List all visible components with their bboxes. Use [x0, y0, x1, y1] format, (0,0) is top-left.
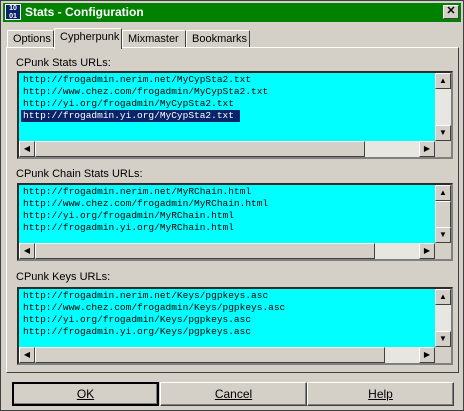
scroll-corner: [435, 347, 451, 363]
tab-cypherpunk[interactable]: Cypherpunk: [54, 28, 122, 49]
list-item[interactable]: http://frogadmin.nerim.net/MyCypSta2.txt: [21, 74, 433, 86]
scroll-up-icon[interactable]: ▲: [435, 289, 451, 305]
ok-label: OK: [76, 387, 95, 401]
list-item[interactable]: http://www.chez.com/frogadmin/Keys/pgpke…: [21, 302, 433, 314]
list-item[interactable]: http://frogadmin.nerim.net/Keys/pgpkeys.…: [21, 290, 433, 302]
list-item[interactable]: http://yi.org/frogadmin/Keys/pgpkeys.asc: [21, 314, 433, 326]
cypherpunk-panel: CPunk Stats URLs: http://frogadmin.nerim…: [6, 47, 459, 373]
chain-urls-list[interactable]: http://frogadmin.nerim.net/MyRChain.html…: [17, 183, 453, 261]
cancel-button[interactable]: Cancel: [160, 382, 307, 406]
app-icon[interactable]: 10 01: [5, 4, 21, 20]
horizontal-scrollbar[interactable]: ◀ ▶: [19, 243, 435, 259]
help-label: Help: [368, 387, 393, 401]
list-item[interactable]: http://www.chez.com/frogadmin/MyRChain.h…: [21, 198, 433, 210]
scroll-up-icon[interactable]: ▲: [435, 185, 451, 201]
horizontal-scrollbar[interactable]: ◀ ▶: [19, 141, 435, 157]
list-item[interactable]: http://frogadmin.nerim.net/MyRChain.html: [21, 186, 433, 198]
vertical-scrollbar[interactable]: ▲ ▼: [435, 185, 451, 243]
chain-urls-label: CPunk Chain Stats URLs:: [16, 168, 143, 180]
vertical-scrollbar[interactable]: ▲ ▼: [435, 73, 451, 141]
list-item[interactable]: http://yi.org/frogadmin/MyRChain.html: [21, 210, 433, 222]
keys-urls-label: CPunk Keys URLs:: [16, 271, 111, 283]
title-bar[interactable]: 10 01 Stats - Configuration ✕: [3, 3, 461, 22]
scroll-down-icon[interactable]: ▼: [435, 227, 451, 243]
close-button[interactable]: ✕: [443, 5, 459, 19]
scroll-left-icon[interactable]: ◀: [19, 243, 35, 259]
tab-bookmarks[interactable]: Bookmarks: [186, 30, 250, 48]
scroll-up-icon[interactable]: ▲: [435, 73, 451, 89]
scroll-right-icon[interactable]: ▶: [419, 347, 435, 363]
keys-urls-list[interactable]: http://frogadmin.nerim.net/Keys/pgpkeys.…: [17, 287, 453, 365]
ok-button[interactable]: OK: [12, 382, 159, 406]
stats-urls-list[interactable]: http://frogadmin.nerim.net/MyCypSta2.txt…: [17, 71, 453, 159]
scroll-right-icon[interactable]: ▶: [419, 141, 435, 157]
scroll-thumb[interactable]: [35, 347, 385, 363]
cancel-label: Cancel: [214, 387, 253, 401]
tab-mixmaster[interactable]: Mixmaster: [122, 30, 186, 48]
scroll-down-icon[interactable]: ▼: [435, 331, 451, 347]
scroll-corner: [435, 243, 451, 259]
horizontal-scrollbar[interactable]: ◀ ▶: [19, 347, 435, 363]
scroll-thumb[interactable]: [435, 201, 451, 229]
list-item[interactable]: http://frogadmin.yi.org/MyRChain.html: [21, 222, 433, 234]
tab-options[interactable]: Options: [7, 30, 54, 48]
list-item[interactable]: http://yi.org/frogadmin/MyCypSta2.txt: [21, 98, 433, 110]
list-item[interactable]: http://www.chez.com/frogadmin/MyCypSta2.…: [21, 86, 433, 98]
list-item[interactable]: http://frogadmin.yi.org/Keys/pgpkeys.asc: [21, 326, 433, 338]
scroll-corner: [435, 141, 451, 157]
scroll-thumb[interactable]: [35, 243, 375, 259]
scroll-left-icon[interactable]: ◀: [19, 347, 35, 363]
vertical-scrollbar[interactable]: ▲ ▼: [435, 289, 451, 347]
window-title: Stats - Configuration: [25, 5, 144, 19]
config-window: 10 01 Stats - Configuration ✕ Options Cyp…: [0, 0, 464, 411]
scroll-thumb[interactable]: [35, 141, 365, 157]
scroll-right-icon[interactable]: ▶: [419, 243, 435, 259]
list-item-selected[interactable]: http://frogadmin.yi.org/MyCypSta2.txt: [21, 110, 240, 122]
scroll-left-icon[interactable]: ◀: [19, 141, 35, 157]
stats-urls-label: CPunk Stats URLs:: [16, 57, 111, 69]
scroll-down-icon[interactable]: ▼: [435, 125, 451, 141]
help-button[interactable]: Help: [307, 382, 454, 406]
